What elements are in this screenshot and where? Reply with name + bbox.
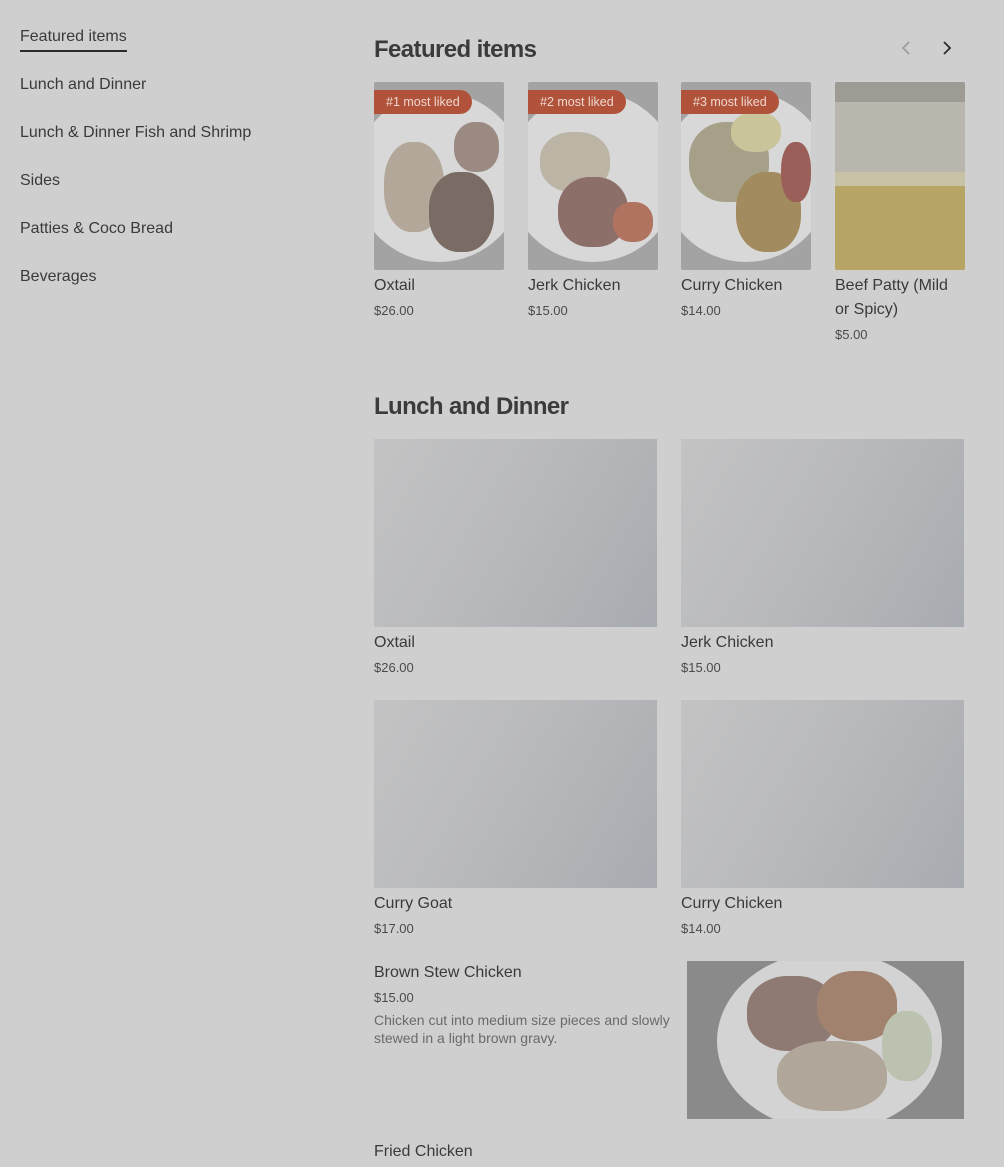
image-placeholder xyxy=(681,700,964,888)
menu-item-card[interactable]: Curry Goat $17.00 xyxy=(374,700,657,938)
nav-item-featured-items[interactable]: Featured items xyxy=(20,26,127,52)
item-name: Oxtail xyxy=(374,277,415,294)
featured-card[interactable]: #1 most liked Oxtail $26.00 xyxy=(374,82,504,320)
item-name: Fried Chicken xyxy=(374,1143,473,1160)
chevron-left-icon xyxy=(901,41,910,55)
menu-item-card[interactable]: Curry Chicken $14.00 xyxy=(681,700,964,938)
item-description: Chicken cut into medium size pieces and … xyxy=(374,1012,670,1046)
image-placeholder xyxy=(374,439,657,627)
featured-card[interactable]: #2 most liked Jerk Chicken $15.00 xyxy=(528,82,658,320)
food-image: #2 most liked xyxy=(528,82,658,270)
nav-item-sides[interactable]: Sides xyxy=(20,170,320,192)
carousel-next-button[interactable] xyxy=(933,34,961,62)
item-price: $17.00 xyxy=(374,921,414,936)
food-image xyxy=(835,82,965,270)
menu-item-card[interactable]: Jerk Chicken $15.00 xyxy=(681,439,964,677)
featured-card[interactable]: #3 most liked Curry Chicken $14.00 xyxy=(681,82,811,320)
item-name: Curry Chicken xyxy=(681,277,783,294)
item-name: Jerk Chicken xyxy=(681,634,774,651)
item-price: $15.00 xyxy=(681,660,721,675)
featured-section-title: Featured items xyxy=(374,36,537,63)
item-price: $14.00 xyxy=(681,921,721,936)
nav-item-fish-and-shrimp[interactable]: Lunch & Dinner Fish and Shrimp xyxy=(20,122,320,144)
item-price: $15.00 xyxy=(528,303,568,318)
item-name: Curry Chicken xyxy=(681,895,783,912)
image-placeholder xyxy=(374,700,657,888)
badge-most-liked: #1 most liked xyxy=(374,90,472,114)
chevron-right-icon xyxy=(943,41,952,55)
item-price: $5.00 xyxy=(835,327,868,342)
badge-most-liked: #3 most liked xyxy=(681,90,779,114)
item-price: $26.00 xyxy=(374,303,414,318)
item-name: Brown Stew Chicken xyxy=(374,964,522,981)
item-price: $14.00 xyxy=(681,303,721,318)
food-image xyxy=(687,961,964,1119)
item-name: Jerk Chicken xyxy=(528,277,621,294)
category-nav: Featured items Lunch and Dinner Lunch & … xyxy=(20,22,320,314)
nav-item-beverages[interactable]: Beverages xyxy=(20,266,320,288)
image-placeholder xyxy=(681,439,964,627)
menu-item-card[interactable]: Oxtail $26.00 xyxy=(374,439,657,677)
badge-most-liked: #2 most liked xyxy=(528,90,626,114)
item-name: Curry Goat xyxy=(374,895,453,912)
item-price: $26.00 xyxy=(374,660,414,675)
nav-item-lunch-and-dinner[interactable]: Lunch and Dinner xyxy=(20,74,320,96)
page: Featured items Lunch and Dinner Lunch & … xyxy=(0,0,1004,1167)
food-image: #3 most liked xyxy=(681,82,811,270)
food-image: #1 most liked xyxy=(374,82,504,270)
item-price: $15.00 xyxy=(374,990,414,1005)
carousel-prev-button[interactable] xyxy=(892,34,920,62)
featured-card[interactable]: Beef Patty (Mild or Spicy) $5.00 xyxy=(835,82,965,344)
item-name: Oxtail xyxy=(374,634,415,651)
lunch-dinner-section-title: Lunch and Dinner xyxy=(374,393,569,420)
item-name: Beef Patty (Mild or Spicy) xyxy=(835,277,948,318)
nav-item-patties-coco-bread[interactable]: Patties & Coco Bread xyxy=(20,218,320,240)
menu-item-row[interactable]: Brown Stew Chicken $15.00 Chicken cut in… xyxy=(374,961,964,1121)
